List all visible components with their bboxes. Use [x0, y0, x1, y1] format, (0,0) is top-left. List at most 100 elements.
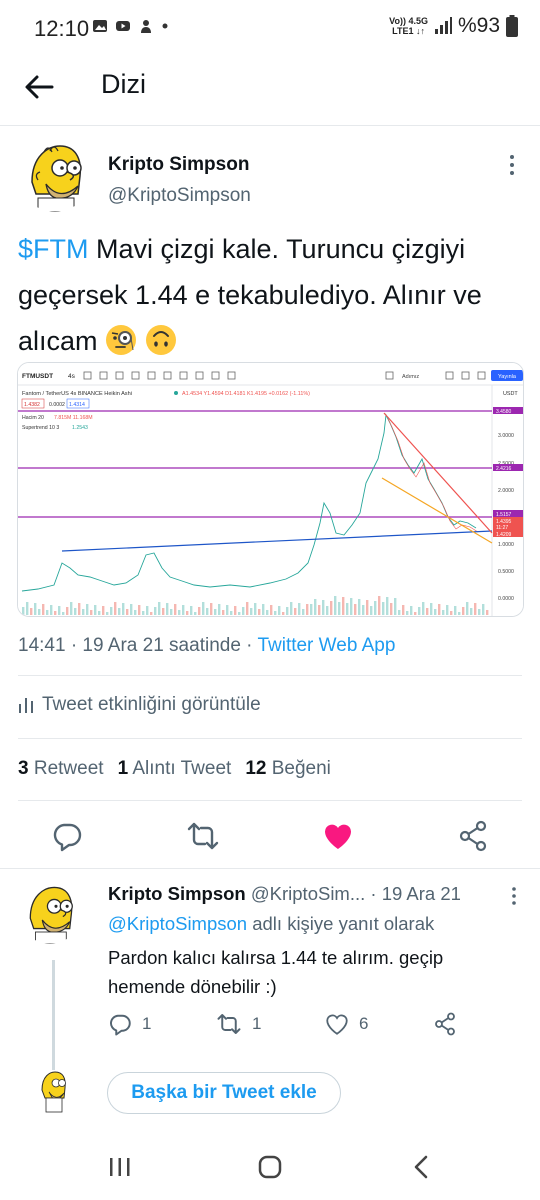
volume-bar [202, 602, 205, 615]
reply-header: Kripto Simpson @KriptoSim... · 19 Ara 21 [108, 883, 461, 905]
volume-bar [406, 611, 409, 615]
reply-reply-button[interactable]: 1 [108, 1012, 151, 1036]
retweets-stat[interactable]: 3 Retweet [18, 758, 104, 780]
volume-bar [354, 604, 357, 615]
more-options-icon[interactable] [505, 154, 519, 176]
volume-bar [466, 602, 469, 615]
volume-bar [430, 603, 433, 615]
volume-bar [346, 603, 349, 615]
back-arrow-icon[interactable] [22, 70, 56, 104]
home-icon[interactable] [256, 1153, 284, 1181]
retweet-icon[interactable] [187, 820, 219, 852]
volume-bar [218, 604, 221, 615]
homer-small-avatar-image [41, 1071, 66, 1113]
volume-bar [166, 603, 169, 615]
volume-bar [62, 612, 65, 615]
price-tag: 2.4216 [496, 466, 512, 472]
reply-like-button[interactable]: 6 [325, 1012, 368, 1036]
volume-bar [410, 606, 413, 615]
battery-percent: %93 [457, 14, 500, 37]
volume-bar [50, 605, 53, 615]
volume-bar [226, 605, 229, 615]
volume-bar [134, 610, 137, 615]
chart-pair-title: Fantom / TetherUS 4s BINANCE Heikin Ashi [22, 391, 132, 397]
volume-bar [282, 612, 285, 615]
volume-bar [426, 608, 429, 615]
chart-currency: USDT [503, 391, 518, 397]
reply-more-options-icon[interactable] [508, 886, 520, 906]
android-nav-bar [0, 1133, 540, 1200]
replying-to: @KriptoSimpson adlı kişiye yanıt olarak [108, 913, 435, 934]
volume-bar [114, 602, 117, 615]
signal-icon [434, 17, 452, 34]
tweet-body: Mavi çizgi kale. Turuncu çizgiyi geçerse… [18, 234, 482, 356]
chart-spread: 0.0002 [49, 402, 65, 408]
volume-bar [362, 605, 365, 615]
trading-chart: FTMUSDT 4s Adımız Yayınla Fantom / Tethe… [18, 363, 523, 616]
share-icon[interactable] [457, 820, 489, 852]
app-header: Dizi [0, 56, 540, 116]
volume-bar [194, 612, 197, 615]
volume-bar [350, 598, 353, 615]
volume-bar [438, 604, 441, 615]
volume-bar [306, 604, 309, 615]
tweet-chart-image[interactable]: FTMUSDT 4s Adımız Yayınla Fantom / Tethe… [17, 362, 524, 617]
reply-mention-link[interactable]: @KriptoSimpson [108, 913, 247, 934]
price-tag: 3.4580 [496, 409, 512, 415]
cashtag-link[interactable]: $FTM [18, 234, 89, 264]
volume-bar [294, 608, 297, 615]
page-title: Dizi [101, 69, 146, 99]
reply-icon[interactable] [51, 820, 83, 852]
volume-bar [206, 608, 209, 615]
likes-stat[interactable]: 12 Beğeni [245, 758, 331, 780]
volume-bar [422, 602, 425, 615]
reply-avatar[interactable] [20, 884, 80, 944]
chart-interval: 4s [68, 373, 76, 380]
homer-avatar-image [20, 142, 90, 212]
activity-label: Tweet etkinliğini görüntüle [42, 694, 261, 715]
volume-bar [478, 609, 481, 615]
view-tweet-activity[interactable]: Tweet etkinliğini görüntüle [18, 694, 261, 716]
volume-bar [322, 600, 325, 615]
reply-actions: 1 1 6 [108, 1012, 528, 1042]
volume-bar [334, 596, 337, 615]
chart-volume-label: Hacim 20 [22, 415, 44, 421]
own-avatar [38, 1070, 68, 1114]
volume-bar [106, 612, 109, 615]
volume-bar [470, 608, 473, 615]
volume-bar [290, 602, 293, 615]
volume-bar [150, 612, 153, 615]
volume-bar [258, 609, 261, 615]
back-nav-icon[interactable] [408, 1153, 436, 1181]
volume-bar [34, 603, 37, 615]
avatar[interactable] [20, 142, 90, 212]
author-handle[interactable]: @KriptoSimpson [108, 185, 251, 207]
author-name[interactable]: Kripto Simpson [108, 154, 249, 176]
recent-apps-icon[interactable] [106, 1153, 134, 1181]
volume-bar [274, 611, 277, 615]
reply-retweet-button[interactable]: 1 [216, 1012, 261, 1036]
volume-bar [130, 604, 133, 615]
volume-bar [382, 602, 385, 615]
volume-bar [266, 610, 269, 615]
chart-supertrend-label: Supertrend 10 3 [22, 425, 59, 431]
like-heart-filled-icon[interactable] [322, 820, 354, 852]
volume-bar [314, 599, 317, 615]
divider [18, 675, 522, 676]
tweet-source-link[interactable]: Twitter Web App [257, 635, 395, 656]
reply-author-handle[interactable]: @KriptoSim... [251, 883, 365, 904]
volume-bar [286, 607, 289, 615]
reply-author-name[interactable]: Kripto Simpson [108, 883, 246, 904]
quotes-stat[interactable]: 1 Alıntı Tweet [118, 758, 232, 780]
add-another-tweet-button[interactable]: Başka bir Tweet ekle [107, 1072, 341, 1114]
volume-bar [170, 609, 173, 615]
volume-bar [98, 611, 101, 615]
volume-bar [190, 606, 193, 615]
volume-bar [22, 607, 25, 615]
volume-bar [358, 599, 361, 615]
network-indicator: Vo)) 4.5G LTE1 ↓↑ [389, 16, 428, 36]
volume-bar [110, 607, 113, 615]
volume-bar [298, 603, 301, 615]
reply-share-button[interactable] [433, 1012, 457, 1036]
volume-bar [26, 602, 29, 615]
